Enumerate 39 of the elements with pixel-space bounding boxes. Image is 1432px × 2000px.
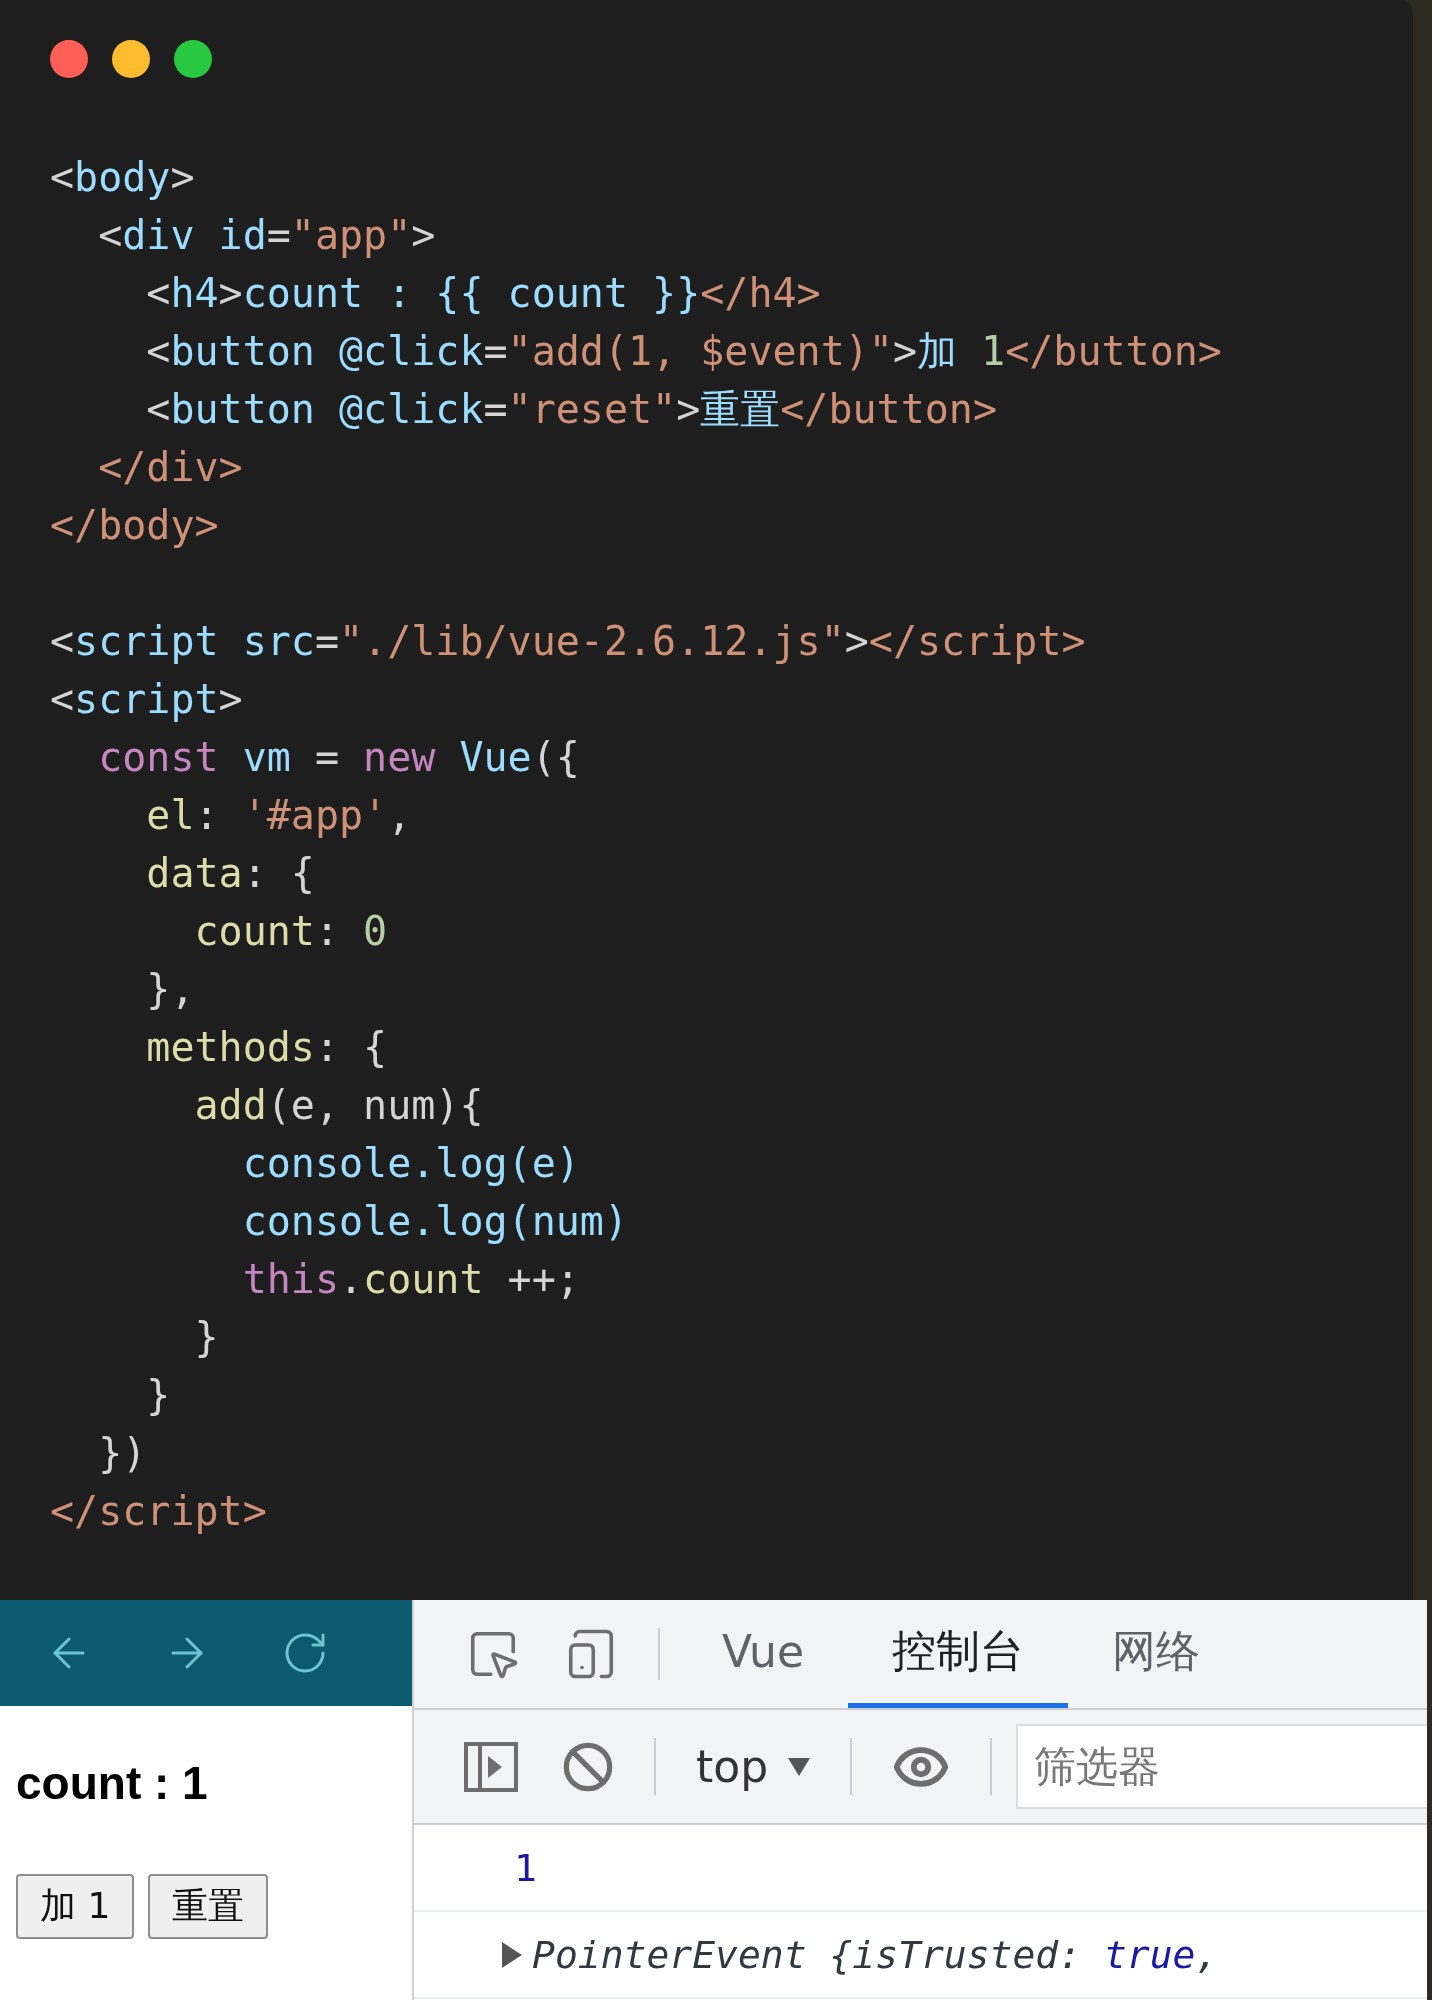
code-line: const vm = new Vue({: [97, 733, 580, 782]
code-line: data: {: [145, 849, 315, 898]
filter-field[interactable]: 筛选器: [1016, 1724, 1427, 1809]
code-line: this.count ++;: [241, 1255, 580, 1304]
code-line: <script>: [50, 675, 243, 724]
code-line: <button @click="reset">重置</button>: [145, 385, 997, 434]
code-line: <body>: [50, 153, 195, 202]
maximize-icon[interactable]: [174, 40, 212, 78]
count-heading: count : 1: [16, 1756, 208, 1810]
code-line: </script>: [50, 1487, 267, 1536]
close-icon[interactable]: [50, 40, 88, 78]
code-line: </div>: [97, 443, 243, 492]
code-line: }: [145, 1371, 171, 1420]
code-line: <script src="./lib/vue-2.6.12.js"></script>: [50, 617, 1086, 666]
devtools-tab[interactable]: 网络: [1068, 1600, 1245, 1708]
code-line: <div id="app">: [97, 211, 436, 260]
code-line: methods: {: [145, 1023, 388, 1072]
code-line: <h4>count : {{ count }}</h4>: [145, 269, 821, 318]
code-line: <button @click="add(1, $event)">加 1</button>: [145, 327, 1222, 376]
code-line: el: '#app',: [145, 791, 412, 840]
code-line: count: 0: [193, 907, 388, 956]
clear-icon[interactable]: [562, 1740, 614, 1793]
code-line: console.log(e): [241, 1139, 580, 1188]
minimize-icon[interactable]: [112, 40, 150, 78]
page-button[interactable]: 重置: [148, 1874, 269, 1939]
code-line: add(e, num){: [193, 1081, 484, 1130]
context-select[interactable]: top: [674, 1710, 833, 1823]
code-line: },: [145, 965, 195, 1014]
code-line: console.log(num): [241, 1197, 628, 1246]
caret-icon: [788, 1757, 811, 1776]
console-message: PointerEvent {isTrusted: true,: [532, 1932, 1219, 1977]
code-line: }): [97, 1429, 147, 1478]
code-line: }: [193, 1313, 219, 1362]
sidebar-icon[interactable]: [464, 1741, 518, 1792]
code-line: </body>: [50, 501, 219, 550]
devtools-tab[interactable]: Vue: [678, 1600, 849, 1708]
page-button[interactable]: 加 1: [16, 1874, 135, 1939]
console-message: 1: [514, 1845, 537, 1890]
expand-icon[interactable]: [502, 1941, 522, 1968]
